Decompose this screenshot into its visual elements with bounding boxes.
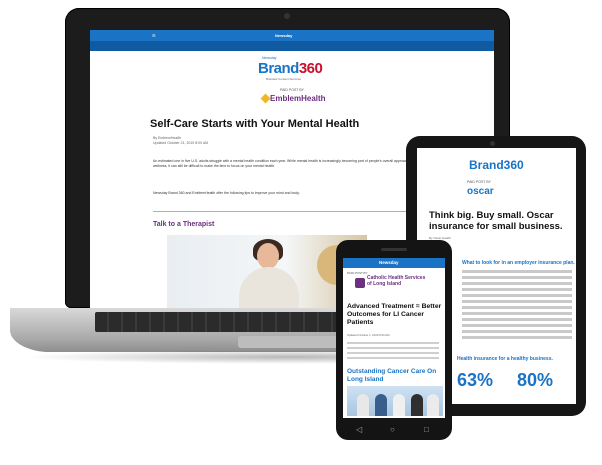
article-byline: By EmblemHealth	[153, 136, 182, 140]
section-heading: Health insurance for a healthy business.	[457, 356, 553, 362]
brand360-logo: Brand360	[469, 158, 524, 172]
text-line	[347, 347, 439, 349]
top-nav-bar: Newsday	[343, 258, 445, 268]
brand360-logo: Newsday Brand360 Branded Content Service…	[258, 56, 323, 81]
site-logo[interactable]: Newsday	[275, 33, 292, 38]
text-line	[347, 352, 439, 354]
section-nav-bar	[90, 41, 494, 51]
menu-button[interactable]: ☰	[152, 33, 156, 38]
recent-apps-icon[interactable]: □	[424, 425, 429, 434]
back-icon[interactable]: ◁	[356, 425, 362, 434]
phone-screen: Newsday PAID POST BY Catholic Health Ser…	[343, 258, 445, 418]
phone-speaker	[381, 248, 407, 251]
paid-post-label: PAID POST BY	[280, 88, 304, 92]
section-divider	[153, 211, 433, 212]
article-date: Updated October 21, 2019 8:00 AM	[153, 141, 209, 145]
article-headline: Self-Care Starts with Your Mental Health	[150, 118, 360, 130]
stat-value: 80%	[517, 370, 554, 390]
text-line	[462, 288, 572, 291]
paid-post-label: PAID POST BY	[347, 271, 368, 275]
article-paragraph: An estimated one in five U.S. adults str…	[153, 159, 413, 168]
stat-value: 63%	[457, 370, 494, 390]
sponsor-logo-icon	[260, 93, 271, 104]
text-line	[462, 318, 572, 321]
article-headline: Think big. Buy small. Oscar insurance fo…	[429, 210, 563, 232]
text-line	[462, 270, 572, 273]
home-icon[interactable]: ○	[390, 425, 395, 434]
laptop-trackpad	[238, 336, 348, 348]
text-line	[462, 306, 572, 309]
sponsor-name[interactable]: EmblemHealth	[270, 94, 326, 103]
text-line	[462, 294, 572, 297]
tablet-camera	[490, 141, 495, 146]
section-heading: What to look for in an employer insuranc…	[462, 260, 575, 266]
site-logo[interactable]: Newsday	[379, 260, 399, 265]
paid-post-label: PAID POST BY	[467, 180, 491, 184]
article-paragraph: Newsday Brand 360 and EmblemHealth offer…	[153, 191, 300, 195]
sponsor-name[interactable]: Catholic Health Services of Long Island	[367, 275, 429, 287]
section-heading: Outstanding Cancer Care On Long Island	[347, 368, 437, 383]
text-line	[462, 276, 572, 279]
sponsor-logo-icon	[355, 278, 365, 288]
text-line	[462, 312, 572, 315]
article-date: Updated October 1, 2019 9:00 AM	[347, 333, 390, 337]
text-line	[347, 357, 439, 359]
text-line	[462, 324, 572, 327]
text-line	[462, 336, 572, 339]
text-line	[347, 342, 439, 344]
text-line	[462, 300, 572, 303]
laptop-camera	[284, 13, 290, 19]
section-heading: Talk to a Therapist	[153, 221, 215, 228]
article-headline: Advanced Treatment = Better Outcomes for…	[347, 303, 442, 326]
text-line	[462, 282, 572, 285]
text-line	[462, 330, 572, 333]
care-team-photo	[347, 386, 443, 416]
sponsor-name[interactable]: oscar	[467, 186, 494, 197]
top-nav-bar: ☰ Newsday	[90, 30, 494, 41]
